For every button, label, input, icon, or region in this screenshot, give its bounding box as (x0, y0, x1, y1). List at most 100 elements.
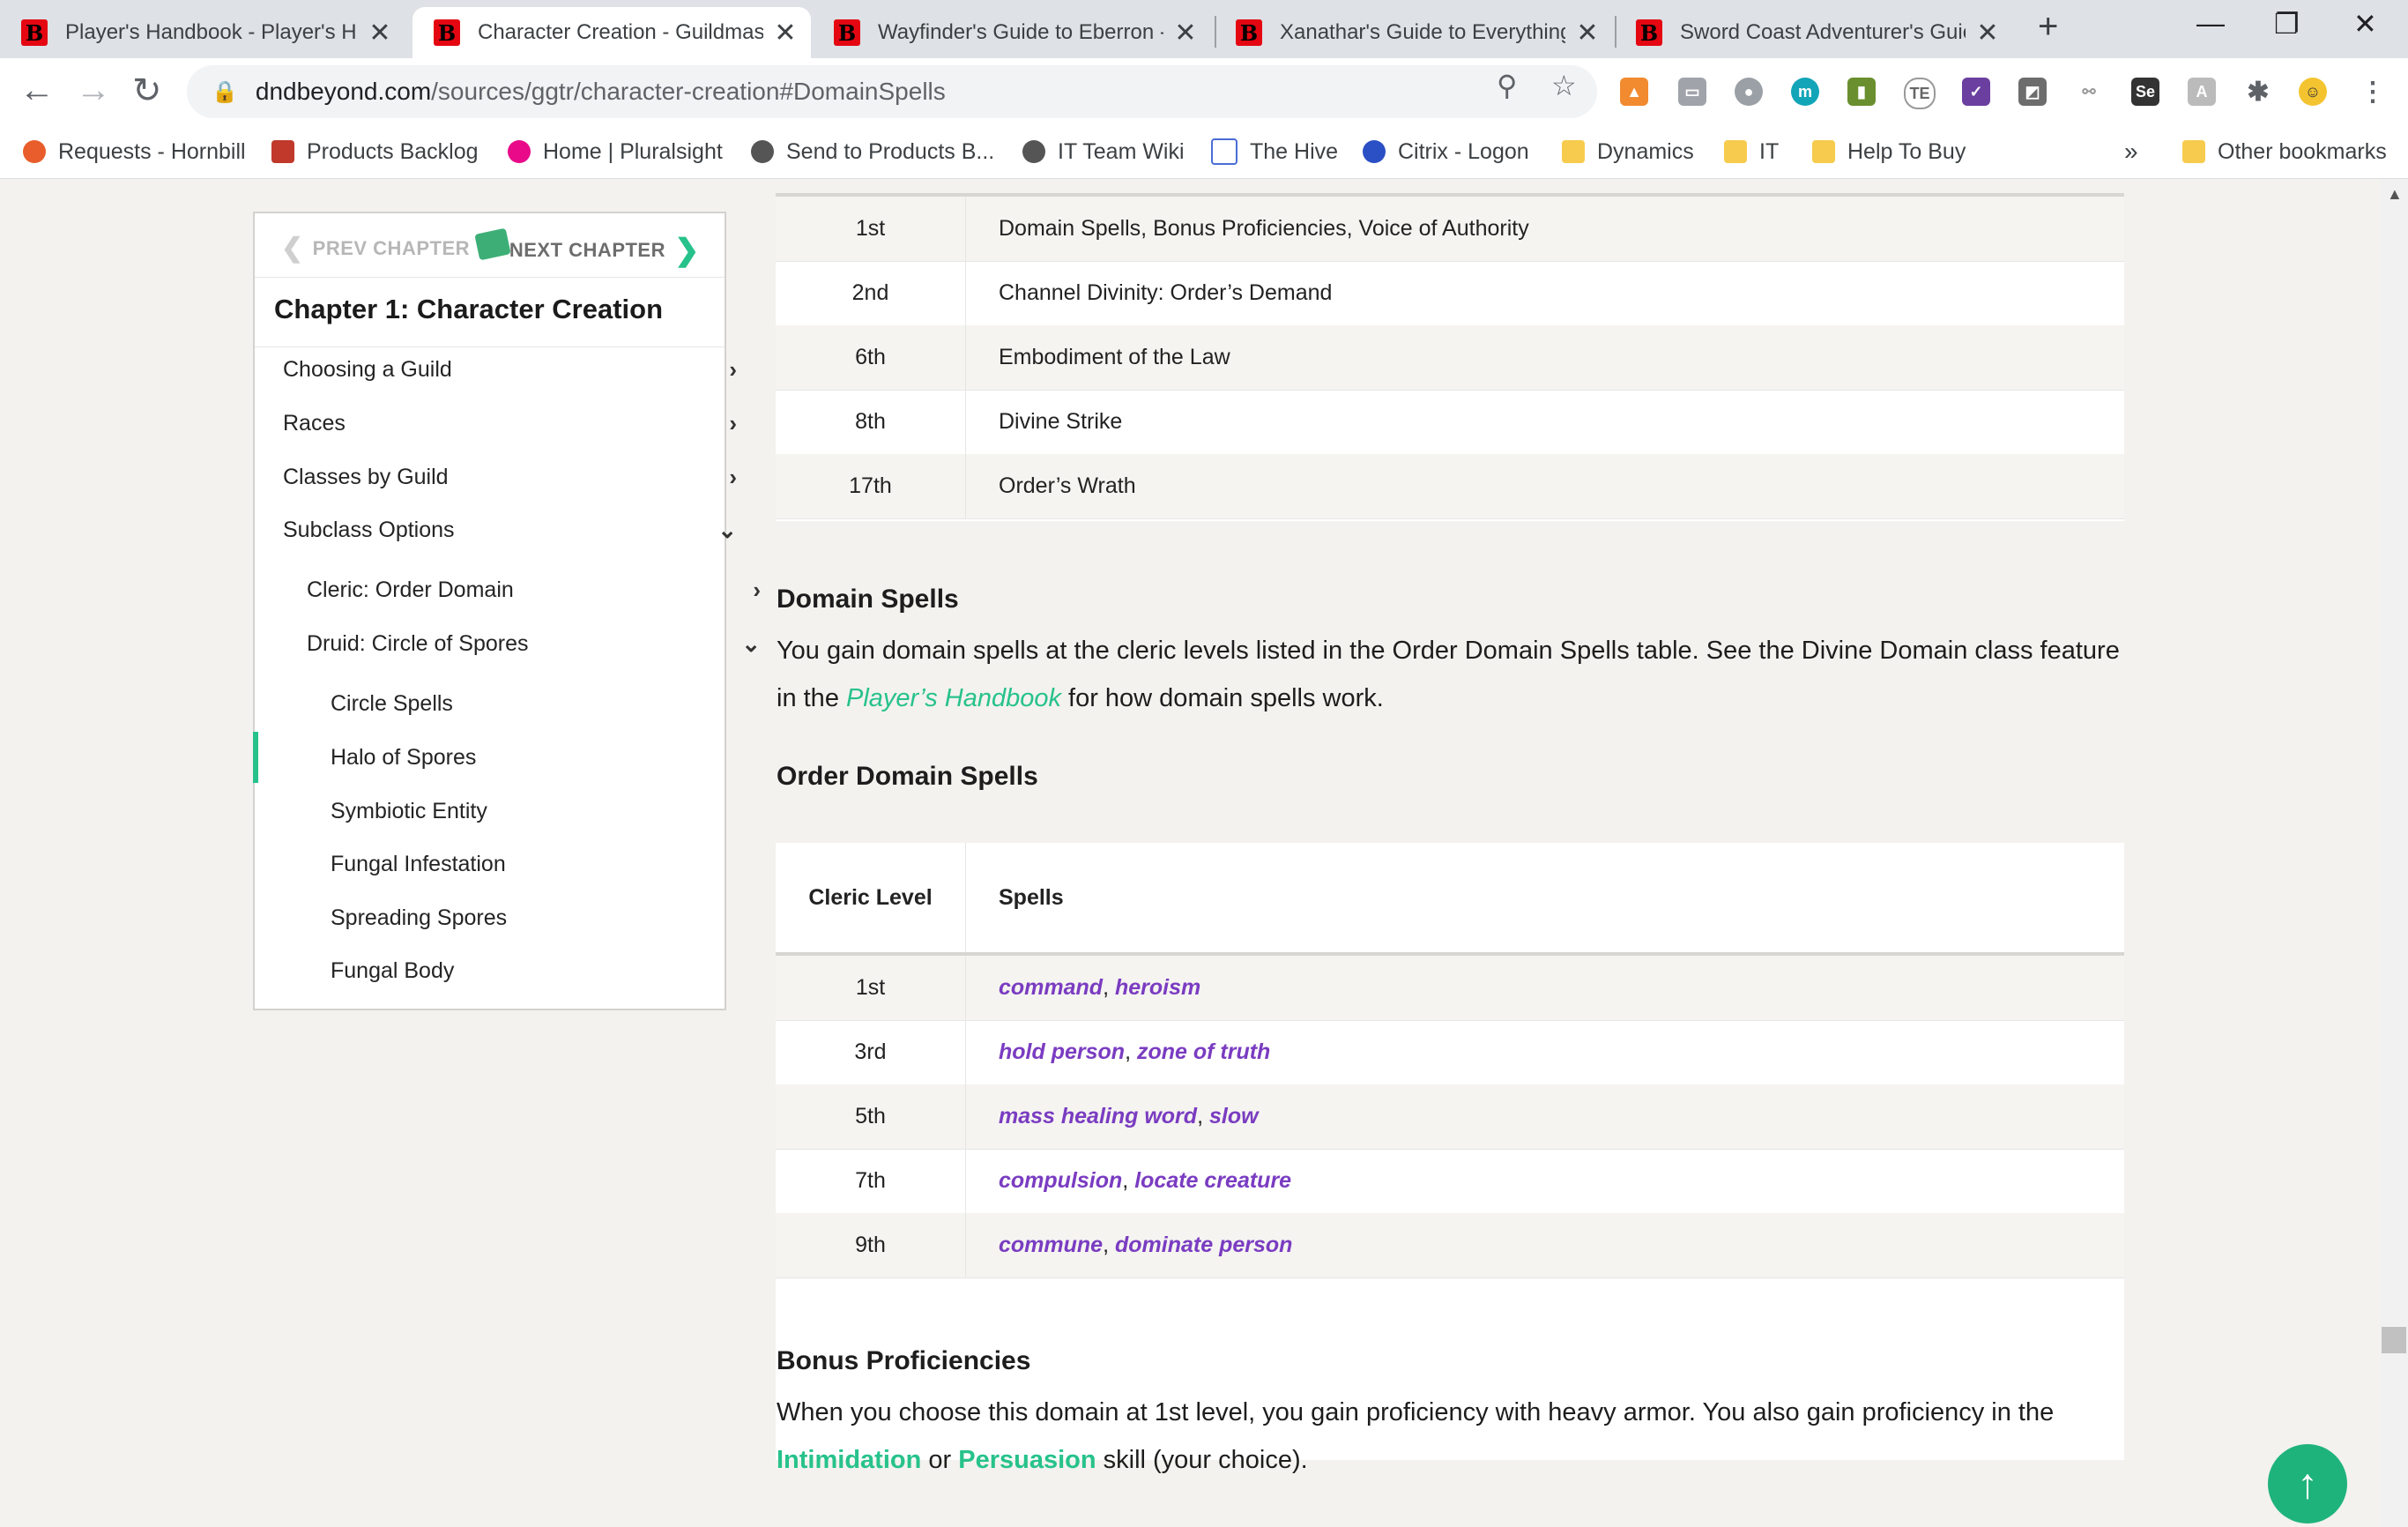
globe-icon (1022, 140, 1045, 163)
bookmark-folder-it[interactable]: IT (1724, 134, 1779, 169)
chevron-right-icon: ❯ (674, 234, 700, 267)
close-tab-icon[interactable]: ✕ (772, 18, 799, 48)
feature-cell: Domain Spells, Bonus Proficiencies, Voic… (999, 216, 1529, 241)
spell-link[interactable]: heroism (1115, 975, 1200, 1000)
back-icon[interactable]: ← (19, 71, 55, 110)
new-tab-icon[interactable]: + (2038, 7, 2058, 47)
bookmark-it-team-wiki[interactable]: IT Team Wiki (1022, 134, 1185, 169)
spell-link[interactable]: compulsion (999, 1168, 1122, 1193)
extensions-puzzle-icon[interactable]: ✱ (2244, 78, 2272, 107)
close-tab-icon[interactable]: ✕ (367, 18, 393, 48)
image-extension-icon[interactable]: ◩ (2018, 78, 2047, 106)
spell-link[interactable]: zone of truth (1137, 1039, 1270, 1064)
toc-item-classes-by-guild[interactable]: Classes by Guild › (255, 451, 753, 503)
profile-avatar-icon[interactable]: ☺ (2299, 78, 2327, 106)
notes-extension-icon[interactable]: ▮ (1847, 78, 1876, 106)
cast-extension-icon[interactable]: ▭ (1678, 78, 1706, 106)
spell-link[interactable]: command (999, 975, 1103, 1000)
chevron-right-icon: › (729, 463, 737, 490)
m-extension-icon[interactable]: m (1791, 78, 1819, 106)
bookmarks-overflow-button[interactable]: » (2124, 134, 2138, 169)
bookmark-folder-other[interactable]: Other bookmarks (2182, 134, 2387, 169)
bookmark-folder-help-to-buy[interactable]: Help To Buy (1812, 134, 1966, 169)
bookmark-pluralsight[interactable]: Home | Pluralsight (508, 134, 723, 169)
folder-icon (1812, 140, 1835, 163)
table-header-row: Cleric Level Spells (776, 843, 2124, 956)
selenium-extension-icon[interactable]: Se (2131, 78, 2159, 106)
zoom-icon[interactable]: ⚲ (1497, 69, 1517, 102)
dndbeyond-favicon-icon: B (834, 19, 860, 46)
folder-icon (1724, 140, 1747, 163)
scroll-to-top-button[interactable]: ↑ (2268, 1444, 2347, 1523)
address-bar[interactable]: 🔒 dndbeyond.com/sources/ggtr/character-c… (187, 65, 1597, 118)
scrollbar-thumb[interactable] (2382, 1327, 2406, 1353)
bookmark-products-backlog[interactable]: Products Backlog (271, 134, 479, 169)
level-cell: 2nd (776, 261, 966, 325)
toc-item-fungal-infestation[interactable]: Fungal Infestation (255, 838, 800, 890)
forward-icon[interactable]: → (76, 71, 111, 110)
table-row: 5th mass healing word, slow (776, 1084, 2124, 1150)
toc-item-cleric-order-domain[interactable]: Cleric: Order Domain › (255, 564, 777, 615)
order-domain-features-table: 1st Domain Spells, Bonus Proficiencies, V… (776, 193, 2124, 521)
bookmark-send-to-products[interactable]: Send to Products B... (751, 134, 994, 169)
tab-sword-coast[interactable]: B Sword Coast Adventurer's Guic ✕ (1615, 7, 2013, 58)
toc-item-spreading-spores[interactable]: Spreading Spores (255, 892, 800, 943)
restore-icon[interactable]: ❐ (2274, 7, 2300, 41)
prev-chapter-label: PREV CHAPTER (312, 236, 470, 259)
toc-item-choosing-a-guild[interactable]: Choosing a Guild › (255, 344, 753, 395)
intimidation-link[interactable]: Intimidation (777, 1446, 921, 1474)
bookmark-requests-hornbill[interactable]: Requests - Hornbill (23, 134, 246, 169)
close-window-icon[interactable]: ✕ (2353, 7, 2377, 41)
players-handbook-link[interactable]: Player’s Handbook (846, 684, 1061, 712)
feature-cell: Channel Divinity: Order’s Demand (999, 280, 1333, 305)
toc-item-symbiotic-entity[interactable]: Symbiotic Entity (255, 786, 800, 837)
chapter-toc: ❮ PREV CHAPTER NEXT CHAPTER ❯ Chapter 1: C… (253, 212, 761, 1010)
level-cell: 5th (776, 1084, 966, 1149)
spell-link[interactable]: commune (999, 1233, 1103, 1257)
check-extension-icon[interactable]: ✓ (1962, 78, 1990, 106)
bonus-proficiencies-heading: Bonus Proficiencies (777, 1346, 1031, 1375)
menu-dots-icon[interactable]: ⋮ (2359, 78, 2387, 107)
scroll-up-arrow-icon[interactable]: ▲ (2387, 185, 2403, 204)
tab-character-creation[interactable]: B Character Creation - Guildmast ✕ (412, 7, 811, 58)
tab-xanathars-guide[interactable]: B Xanathar's Guide to Everything ✕ (1215, 7, 1613, 58)
minimize-icon[interactable]: — (2196, 7, 2225, 40)
tab-wayfinders-guide[interactable]: B Wayfinder's Guide to Eberron - ✕ (813, 7, 1211, 58)
rocket-extension-icon[interactable]: ▲ (1620, 78, 1648, 106)
prev-chapter-link[interactable]: ❮ PREV CHAPTER (281, 233, 470, 264)
toc-item-halo-of-spores[interactable]: Halo of Spores (253, 732, 800, 783)
tab-players-handbook[interactable]: B Player's Handbook - Player's H ✕ (0, 7, 405, 58)
spell-link[interactable]: dominate person (1115, 1233, 1292, 1257)
spell-link[interactable]: mass healing word (999, 1104, 1197, 1128)
spell-link[interactable]: slow (1209, 1104, 1259, 1128)
toc-item-fungal-body[interactable]: Fungal Body (255, 945, 800, 996)
toc-item-races[interactable]: Races › (255, 398, 753, 449)
toc-item-subclass-options[interactable]: Subclass Options ⌄ (255, 504, 753, 555)
toc-item-circle-spells[interactable]: Circle Spells (255, 678, 800, 729)
globe-icon (751, 140, 774, 163)
bulb-extension-icon[interactable]: ● (1735, 78, 1763, 106)
next-chapter-link[interactable]: NEXT CHAPTER ❯ (509, 233, 700, 268)
bonus-text-b: skill (your choice). (1096, 1446, 1308, 1474)
persuasion-link[interactable]: Persuasion (958, 1446, 1096, 1474)
bookmark-folder-dynamics[interactable]: Dynamics (1562, 134, 1694, 169)
bookmark-star-icon[interactable]: ☆ (1551, 69, 1577, 102)
spell-link[interactable]: hold person (999, 1039, 1125, 1064)
bookmark-the-hive[interactable]: The Hive (1211, 134, 1338, 169)
reload-icon[interactable]: ↻ (132, 71, 162, 111)
te-extension-icon[interactable]: TE (1904, 78, 1936, 109)
level-cell: 8th (776, 390, 966, 454)
close-tab-icon[interactable]: ✕ (1974, 18, 2001, 48)
close-tab-icon[interactable]: ✕ (1172, 18, 1199, 48)
table-row: 7th compulsion, locate creature (776, 1149, 2124, 1214)
level-cell: 1st (776, 956, 966, 1020)
close-tab-icon[interactable]: ✕ (1574, 18, 1601, 48)
translate-extension-icon[interactable]: A (2188, 78, 2216, 106)
page-scrollbar[interactable] (2380, 179, 2408, 1527)
spell-link[interactable]: locate creature (1134, 1168, 1291, 1193)
feature-cell: Order’s Wrath (999, 473, 1136, 498)
link-extension-icon[interactable]: ⚯ (2075, 78, 2103, 106)
toc-item-druid-circle-of-spores[interactable]: Druid: Circle of Spores ⌄ (255, 618, 777, 669)
bookmark-citrix[interactable]: Citrix - Logon (1363, 134, 1529, 169)
tab-title: Player's Handbook - Player's H (65, 20, 357, 44)
